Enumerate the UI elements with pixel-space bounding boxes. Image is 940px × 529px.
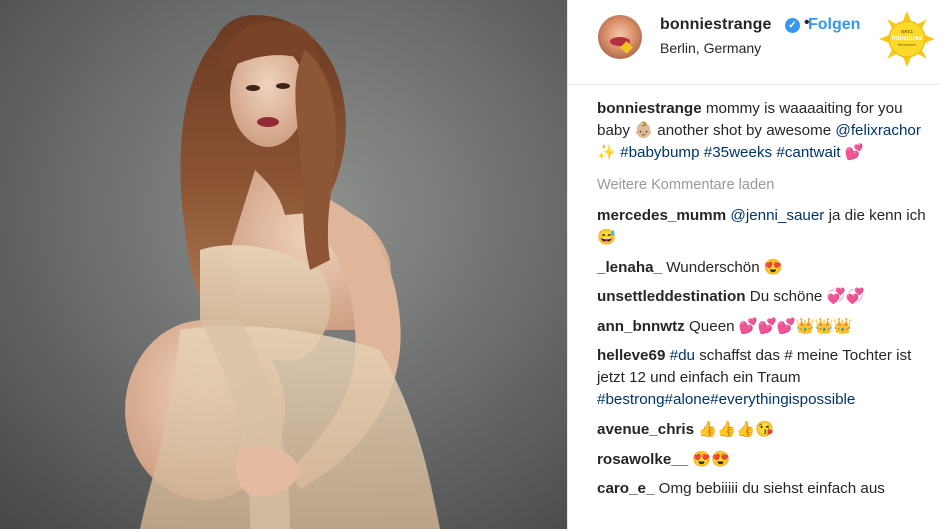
comment-hashtag[interactable]: #bestrong#alone#everythingispossible <box>597 391 855 408</box>
comment: unsettleddestination Du schöne 💞💞 <box>597 286 927 308</box>
comment: avenue_chris 👍👍👍😘 <box>597 419 927 441</box>
avatar[interactable] <box>598 15 642 59</box>
comment: rosawolke__ 😍😍 <box>597 449 927 471</box>
comment-hashtag[interactable]: #du <box>670 347 695 364</box>
logo-top-text: SAT.1 <box>901 29 913 34</box>
caption-hashtag[interactable]: #35weeks <box>704 144 772 161</box>
post-photo[interactable] <box>0 0 567 529</box>
comment-text: Du schöne 💞💞 <box>749 288 865 306</box>
comment-mention[interactable]: @jenni_sauer <box>730 207 824 224</box>
comment-username[interactable]: helleve69 <box>597 347 665 364</box>
comment-text: 😍😍 <box>692 450 731 468</box>
caption-hashtag[interactable]: #babybump <box>620 144 699 161</box>
caption: bonniestrange mommy is waaaaiting for yo… <box>597 98 927 164</box>
comment-username[interactable]: ann_bnnwtz <box>597 318 685 335</box>
load-more-comments-button[interactable]: Weitere Kommentare laden <box>597 174 927 196</box>
comment-text: 👍👍👍😘 <box>698 420 774 438</box>
comment: helleve69 #du schaffst das # meine Tocht… <box>597 345 927 411</box>
caption-text: ✨ <box>597 144 621 161</box>
verified-badge-icon: ✓ <box>785 18 800 33</box>
caption-text: 💕 <box>840 144 864 161</box>
caption-username[interactable]: bonniestrange <box>597 100 702 117</box>
comment: mercedes_mumm @jenni_sauer ja die kenn i… <box>597 205 927 249</box>
post-sidebar: bonniestrange ✓ • Folgen Berlin, Germany… <box>567 0 940 529</box>
post-username[interactable]: bonniestrange <box>660 16 772 34</box>
follow-button[interactable]: Folgen <box>808 16 860 34</box>
comment-text: Queen 💕💕💕👑👑👑 <box>688 317 853 335</box>
logo-bot-text: fernsehen <box>898 42 916 47</box>
comment-username[interactable]: mercedes_mumm <box>597 207 726 224</box>
sun-logo-icon: SAT.1 frühstücks fernsehen <box>879 11 935 67</box>
comment-username[interactable]: avenue_chris <box>597 421 694 438</box>
comment: caro_e_ Omg bebiiiii du siehst einfach a… <box>597 478 927 500</box>
post-location[interactable]: Berlin, Germany <box>660 40 761 56</box>
comment-username[interactable]: unsettleddestination <box>597 288 746 305</box>
comment-list: bonniestrange mommy is waaaaiting for yo… <box>597 98 927 508</box>
caption-mention[interactable]: @felixrachor <box>835 122 920 139</box>
comment-username[interactable]: _lenaha_ <box>597 259 662 276</box>
comment-text: Wunderschön 😍 <box>666 258 783 276</box>
comment-username[interactable]: caro_e_ <box>597 480 654 497</box>
pregnant-woman-photo <box>0 0 567 529</box>
caption-hashtag[interactable]: #cantwait <box>776 144 840 161</box>
post-header: bonniestrange ✓ • Folgen Berlin, Germany… <box>568 0 940 85</box>
comment-text: Omg bebiiiii du siehst einfach aus <box>658 480 885 498</box>
comment-username[interactable]: rosawolke__ <box>597 451 688 468</box>
comment: _lenaha_ Wunderschön 😍 <box>597 257 927 279</box>
comment: ann_bnnwtz Queen 💕💕💕👑👑👑 <box>597 316 927 338</box>
